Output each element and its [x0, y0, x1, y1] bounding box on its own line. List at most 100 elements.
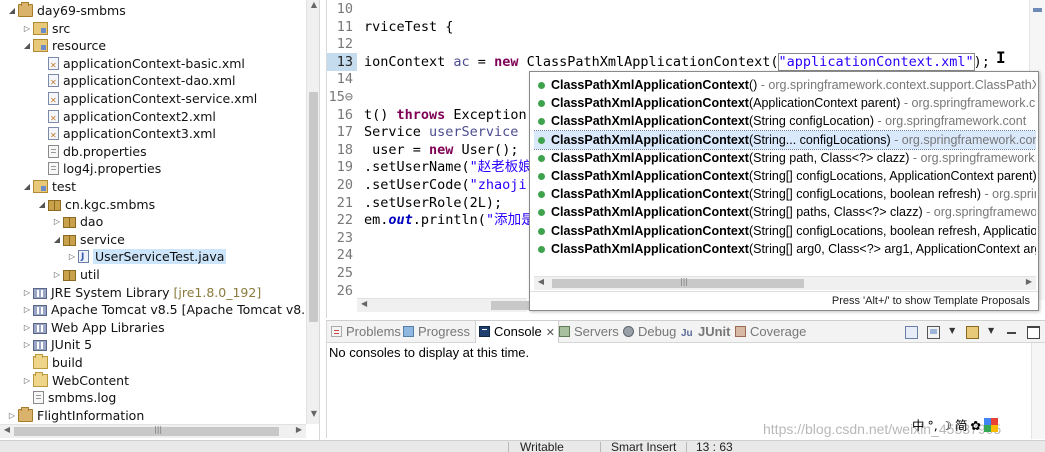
ime-simplified-toggle[interactable]: 简	[955, 418, 968, 433]
code-line[interactable]: Service userService	[364, 123, 518, 141]
code-line[interactable]: user = new User();	[364, 141, 518, 159]
dropdown-arrow-icon[interactable]: ▼	[949, 326, 957, 339]
code-line[interactable]: rviceTest {	[364, 18, 453, 36]
maximize-icon[interactable]	[1027, 326, 1040, 339]
explorer-vertical-scrollbar[interactable]: ▲ ▼	[306, 0, 319, 424]
collapsed-arrow-icon[interactable]: ▷	[21, 284, 33, 302]
proposal-item[interactable]: ClassPathXmlApplicationContext(String[] …	[534, 185, 1036, 203]
tab-coverage[interactable]: Coverage	[735, 321, 806, 343]
ime-punctuation-icon[interactable]: °,	[928, 418, 938, 433]
code-line[interactable]: .setUserCode("zhaoji	[364, 176, 527, 194]
collapsed-arrow-icon[interactable]: ▷	[66, 248, 78, 266]
tab-servers[interactable]: Servers	[559, 321, 619, 343]
display-console-icon[interactable]	[927, 326, 941, 339]
tree-item[interactable]: smbms.log	[21, 389, 116, 407]
tree-item[interactable]: ▷ JUnit 5	[21, 336, 92, 354]
expanded-arrow-icon[interactable]: ◢	[51, 231, 63, 249]
tab-junit[interactable]: JUnit	[681, 321, 731, 345]
scroll-left-arrow-icon[interactable]: ◀	[361, 299, 367, 308]
collapsed-arrow-icon[interactable]: ▷	[21, 372, 33, 390]
expanded-arrow-icon[interactable]: ◢	[21, 178, 33, 196]
proposal-package: - org.springframework.context.support.Cl…	[757, 78, 1036, 92]
collapsed-arrow-icon[interactable]: ▷	[21, 336, 33, 354]
scroll-up-arrow-icon[interactable]: ▲	[307, 0, 319, 9]
open-console-icon[interactable]	[966, 326, 980, 339]
proposal-item[interactable]: ClassPathXmlApplicationContext(String[] …	[534, 222, 1036, 240]
content-assist-popup[interactable]: ClassPathXmlApplicationContext() - org.s…	[529, 71, 1039, 311]
tree-item[interactable]: applicationContext-dao.xml	[36, 72, 235, 92]
tree-item[interactable]: ▷ src	[21, 20, 70, 38]
view-menu-icon[interactable]: ▼	[988, 326, 996, 339]
proposal-item[interactable]: ClassPathXmlApplicationContext() - org.s…	[534, 76, 1036, 94]
expanded-arrow-icon[interactable]: ◢	[6, 2, 18, 20]
scrollbar-thumb[interactable]: |||	[552, 277, 804, 288]
ime-language-toggle[interactable]: 中	[912, 418, 925, 433]
scrollbar-thumb[interactable]	[309, 92, 318, 322]
tab-progress[interactable]: Progress	[403, 321, 470, 343]
tree-item[interactable]: ◢ cn.kgc.smbms	[36, 196, 155, 214]
tree-item[interactable]: ▷ FlightInformation	[6, 406, 144, 425]
tree-item[interactable]: ◢ service	[51, 231, 125, 249]
tree-item[interactable]: applicationContext2.xml	[36, 108, 216, 127]
close-icon[interactable]: ✕	[546, 327, 555, 339]
proposal-horizontal-scrollbar[interactable]: ◀ ||| ▶	[534, 276, 1036, 290]
proposal-list[interactable]: ClassPathXmlApplicationContext() - org.s…	[534, 76, 1036, 275]
gear-icon[interactable]: ✿	[970, 418, 980, 433]
code-line[interactable]: .setUserName("赵老板娘	[364, 158, 532, 176]
tab-console[interactable]: Console ✕	[475, 321, 559, 343]
tree-item[interactable]: applicationContext3.xml	[36, 125, 216, 145]
ime-tiles-icon[interactable]	[983, 418, 998, 432]
editor-horizontal-scrollbar[interactable]: ◀	[357, 298, 531, 312]
proposal-item[interactable]: ClassPathXmlApplicationContext(String...…	[534, 129, 1036, 150]
tree-item[interactable]: ◢ day69-smbms	[6, 2, 126, 20]
tree-item[interactable]: db.properties	[36, 143, 147, 161]
proposal-item[interactable]: ClassPathXmlApplicationContext(Applicati…	[534, 94, 1036, 112]
overview-marker[interactable]	[1033, 8, 1042, 12]
collapsed-arrow-icon[interactable]: ▷	[21, 319, 33, 337]
tree-item[interactable]: ▷ util	[51, 266, 100, 284]
moon-icon[interactable]: ☽	[941, 418, 952, 433]
tree-item[interactable]: log4j.properties	[36, 160, 161, 178]
tree-item[interactable]: ▷ UserServiceTest.java	[66, 248, 227, 267]
proposal-item[interactable]: ClassPathXmlApplicationContext(String[] …	[534, 240, 1036, 258]
proposal-item[interactable]: ClassPathXmlApplicationContext(String pa…	[534, 149, 1036, 167]
explorer-horizontal-scrollbar[interactable]: ◀ ||| ▶	[0, 424, 306, 438]
collapsed-arrow-icon[interactable]: ▷	[21, 20, 33, 38]
tree-item[interactable]: ▷ dao	[51, 213, 103, 231]
proposal-item[interactable]: ClassPathXmlApplicationContext(String[] …	[534, 167, 1036, 185]
tree-item[interactable]: ◢ test	[21, 178, 76, 196]
tree-item[interactable]: ▷ WebContent	[21, 371, 129, 390]
tree-item[interactable]: ▷ Web App Libraries	[21, 319, 165, 337]
tree-item[interactable]: applicationContext-basic.xml	[36, 55, 245, 74]
minimize-icon[interactable]	[1005, 326, 1018, 339]
proposal-item[interactable]: ClassPathXmlApplicationContext(String co…	[534, 112, 1036, 130]
tree-item[interactable]: ◢ resource	[21, 37, 106, 55]
scroll-left-arrow-icon[interactable]: ◀	[534, 277, 548, 286]
collapsed-arrow-icon[interactable]: ▷	[6, 407, 18, 425]
tab-problems[interactable]: Problems	[331, 321, 401, 343]
console-scrollbar[interactable]	[1031, 343, 1045, 439]
scrollbar-thumb[interactable]: |||	[14, 425, 279, 436]
scroll-down-arrow-icon[interactable]: ▼	[307, 409, 319, 418]
scroll-right-arrow-icon[interactable]: ▶	[1022, 277, 1036, 286]
collapsed-arrow-icon[interactable]: ▷	[21, 301, 33, 319]
proposal-item[interactable]: ClassPathXmlApplicationContext(String[] …	[534, 203, 1036, 221]
code-line[interactable]: em.out.println("添加是	[364, 211, 535, 229]
scroll-left-arrow-icon[interactable]: ◀	[0, 425, 14, 434]
collapsed-arrow-icon[interactable]: ▷	[51, 213, 63, 231]
ime-toolbar[interactable]: 中 °, ☽ 简 ✿	[912, 417, 1001, 435]
code-line[interactable]: ionContext ac = new ClassPathXmlApplicat…	[364, 52, 990, 71]
tree-item[interactable]: build	[21, 354, 83, 372]
tree-item[interactable]: applicationContext-service.xml	[36, 90, 257, 110]
tree-item[interactable]: ▷ JRE System Library [jre1.8.0_192]	[21, 284, 261, 302]
expanded-arrow-icon[interactable]: ◢	[36, 196, 48, 214]
pin-console-icon[interactable]	[905, 326, 919, 339]
code-line[interactable]: .setUserRole(2L);	[364, 194, 502, 212]
code-line[interactable]: t() throws Exception	[364, 106, 527, 124]
scroll-right-arrow-icon[interactable]: ▶	[292, 425, 306, 434]
collapsed-arrow-icon[interactable]: ▷	[51, 266, 63, 284]
tree-item[interactable]: ▷ Apache Tomcat v8.5 [Apache Tomcat v8.5]	[21, 301, 318, 319]
expanded-arrow-icon[interactable]: ◢	[21, 37, 33, 55]
scrollbar-thumb[interactable]	[491, 301, 531, 310]
tab-debug[interactable]: Debug	[623, 321, 676, 343]
